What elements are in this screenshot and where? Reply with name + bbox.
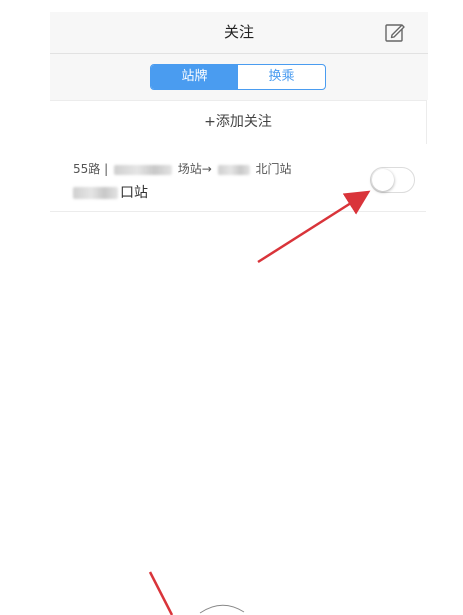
- redacted-text: [113, 164, 172, 175]
- toggle-knob: [372, 169, 394, 191]
- stop-name: 口站: [73, 184, 148, 202]
- follow-page: 关注 站牌 换乘 +添加关注 55路 | 场站→ 北门站 口站: [50, 12, 428, 615]
- stop-suffix: 口站: [120, 185, 148, 201]
- edit-button[interactable]: [383, 21, 407, 45]
- notify-toggle[interactable]: [370, 167, 415, 193]
- route-to-suffix: 北门站: [255, 162, 292, 176]
- edit-icon: [385, 24, 405, 42]
- list-item[interactable]: 55路 | 场站→ 北门站 口站: [50, 143, 426, 212]
- route-from-suffix: 场站→: [177, 162, 212, 176]
- page-title: 关注: [223, 23, 254, 41]
- route-info: 55路 | 场站→ 北门站: [73, 161, 292, 177]
- tab-transfer[interactable]: 换乘: [238, 65, 325, 89]
- screen: 关注 站牌 换乘 +添加关注 55路 | 场站→ 北门站 口站: [0, 0, 463, 615]
- redacted-text: [217, 164, 250, 175]
- navigation-bar: 关注: [50, 12, 428, 54]
- tab-station-sign[interactable]: 站牌: [151, 65, 238, 89]
- segmented-control: 站牌 换乘: [150, 64, 326, 90]
- route-prefix: 55路 |: [73, 162, 109, 176]
- redacted-text: [73, 187, 118, 199]
- tabs-bar: 站牌 换乘: [50, 54, 428, 100]
- add-follow-button[interactable]: +添加关注: [50, 100, 427, 144]
